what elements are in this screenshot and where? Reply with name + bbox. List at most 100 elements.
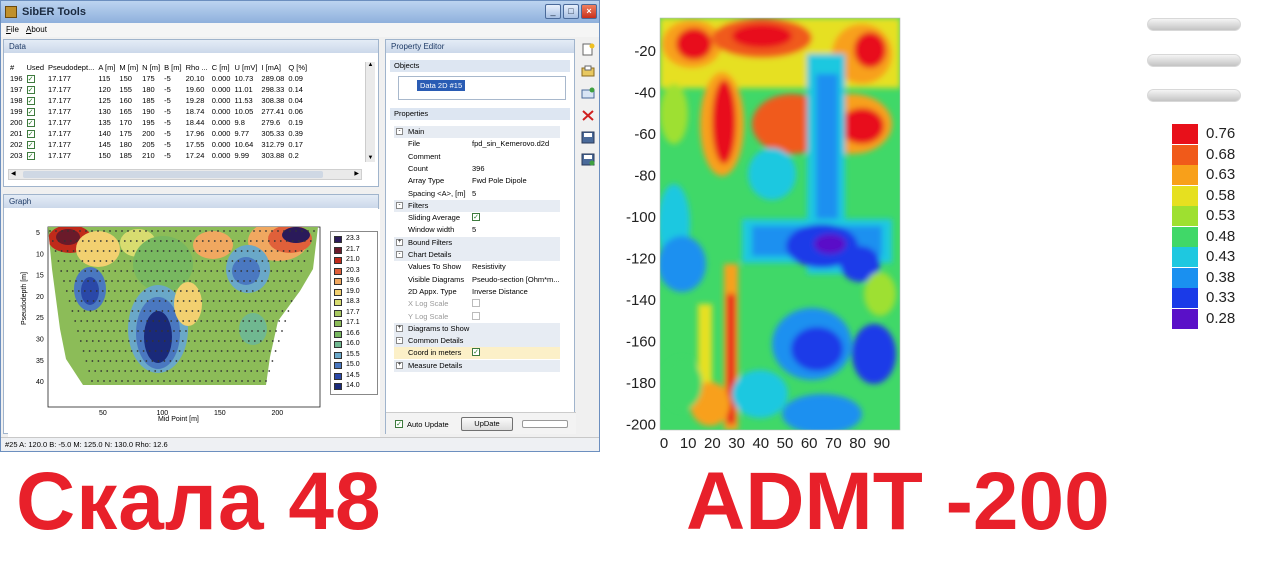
expand-toggle-icon[interactable]: -	[396, 251, 403, 258]
property-category[interactable]: + Measure Details	[394, 359, 560, 372]
property-value[interactable]: Pseudo-section [Ohm*m...	[472, 275, 560, 284]
pseudo-section-plot[interactable]: Pseudodepth [m] 5 10 15 20 25 30 35 40 50 100 150…	[8, 209, 380, 437]
auto-update-checkbox[interactable]: ✓	[395, 420, 403, 428]
title-bar[interactable]: SibER Tools _ □ ×	[1, 1, 599, 23]
column-header[interactable]: C [m]	[210, 62, 233, 73]
used-checkbox[interactable]: ✓	[26, 130, 35, 138]
measurement-point	[216, 250, 219, 252]
property-row[interactable]: X Log Scale	[394, 298, 560, 310]
property-value[interactable]: fpd_sin_Kemerovo.d2d	[472, 139, 549, 148]
used-checkbox[interactable]: ✓	[26, 141, 35, 149]
column-header[interactable]: #	[8, 62, 25, 73]
column-header[interactable]: U [mV]	[232, 62, 259, 73]
new-object-icon[interactable]	[581, 43, 595, 56]
property-row[interactable]: Visible Diagrams Pseudo-section [Ohm*m...	[394, 274, 560, 286]
measurement-point	[297, 240, 300, 242]
scroll-right-icon[interactable]: ▶	[354, 170, 359, 177]
table-row[interactable]: 203 ✓ 17.177 150 185 210 -5 17.24 0.000 9.99 303.8…	[8, 150, 309, 161]
close-button[interactable]: ×	[581, 4, 597, 19]
admt-legend-item: 0.53	[1170, 206, 1260, 226]
used-checkbox[interactable]: ✓	[26, 75, 35, 83]
property-row[interactable]: Window width 5	[394, 224, 560, 236]
property-row[interactable]: Values To Show Resistivity	[394, 261, 560, 273]
property-value[interactable]: Inverse Distance	[472, 287, 528, 296]
table-row[interactable]: 198 ✓ 17.177 125 160 185 -5 19.28 0.000 11.53 308.…	[8, 95, 309, 106]
property-row[interactable]: 2D Appx. Type Inverse Distance	[394, 286, 560, 298]
used-checkbox[interactable]: ✓	[26, 97, 35, 105]
delete-icon[interactable]	[581, 109, 595, 122]
data-horizontal-scrollbar[interactable]: ◀ ▶	[8, 169, 362, 180]
used-checkbox[interactable]: ✓	[26, 119, 35, 127]
property-row[interactable]: Coord in meters ✓	[394, 347, 560, 360]
column-header[interactable]: B [m]	[162, 62, 184, 73]
scroll-down-icon[interactable]: ▼	[367, 155, 374, 164]
menu-about[interactable]: About	[26, 25, 47, 34]
expand-toggle-icon[interactable]: +	[396, 324, 403, 332]
property-value[interactable]: 5	[472, 189, 476, 198]
property-row[interactable]: Spacing <A>, [m] 5	[394, 188, 560, 200]
property-value[interactable]: 5	[472, 225, 476, 234]
table-row[interactable]: 201 ✓ 17.177 140 175 200 -5 17.96 0.000 9.77 305.3…	[8, 128, 309, 139]
import-icon[interactable]	[581, 87, 595, 100]
table-row[interactable]: 200 ✓ 17.177 135 170 195 -5 18.44 0.000 9.8 279.6 0…	[8, 117, 309, 128]
property-checkbox[interactable]: ✓	[472, 348, 480, 357]
used-checkbox[interactable]: ✓	[26, 108, 35, 116]
menu-file[interactable]: File	[6, 25, 19, 34]
expand-toggle-icon[interactable]: -	[396, 337, 403, 345]
open-object-icon[interactable]	[581, 65, 595, 78]
property-row[interactable]: Comment	[394, 151, 560, 163]
column-header[interactable]: Pseudodept...	[46, 62, 96, 73]
property-row[interactable]: Y Log Scale	[394, 311, 560, 323]
data-vertical-scrollbar[interactable]: ▲ ▼	[365, 62, 375, 162]
expand-toggle-icon[interactable]: +	[396, 361, 403, 369]
property-category[interactable]: + Bound Filters	[394, 236, 560, 249]
horizontal-scroll-thumb[interactable]	[23, 171, 323, 178]
save-icon[interactable]	[581, 131, 595, 144]
scroll-up-icon[interactable]: ▲	[367, 62, 374, 71]
property-value[interactable]: Fwd Pole Dipole	[472, 176, 527, 185]
object-item-selected[interactable]: Data 2D #15	[417, 80, 466, 91]
property-category[interactable]: - Chart Details	[394, 249, 560, 261]
objects-list[interactable]: Data 2D #15	[398, 76, 566, 100]
save-as-icon[interactable]	[581, 153, 595, 166]
expand-toggle-icon[interactable]: +	[396, 238, 403, 246]
measurement-point	[80, 320, 83, 322]
column-header[interactable]: I [mA]	[259, 62, 286, 73]
column-header[interactable]: A [m]	[96, 62, 117, 73]
column-header[interactable]: M [m]	[117, 62, 140, 73]
expand-toggle-icon[interactable]: -	[396, 201, 403, 209]
property-row[interactable]: Sliding Average ✓	[394, 212, 560, 224]
expand-toggle-icon[interactable]: -	[396, 128, 403, 135]
used-checkbox[interactable]: ✓	[26, 152, 35, 160]
property-row[interactable]: Count 396	[394, 163, 560, 175]
minimize-button[interactable]: _	[545, 4, 561, 19]
column-header[interactable]: Used	[25, 62, 47, 73]
property-value[interactable]: 396	[472, 164, 485, 173]
table-row[interactable]: 199 ✓ 17.177 130 165 190 -5 18.74 0.000 10.05 277.…	[8, 106, 309, 117]
graph-yticks: 5 10 15 20 25 30 35 40	[36, 230, 44, 386]
property-checkbox[interactable]	[472, 311, 480, 320]
scroll-left-icon[interactable]: ◀	[11, 170, 16, 177]
property-checkbox[interactable]	[472, 299, 480, 308]
data-table[interactable]: # Used Pseudodept... A [m] M [m] N [m] B [m] Rh…	[8, 62, 309, 161]
property-category[interactable]: - Common Details	[394, 335, 560, 348]
property-row[interactable]: File fpd_sin_Kemerovo.d2d	[394, 138, 560, 150]
property-category[interactable]: - Main	[394, 126, 560, 138]
table-row[interactable]: 196 ✓ 17.177 115 150 175 -5 20.10 0.000 10.73 289.…	[8, 73, 309, 84]
property-value[interactable]: Resistivity	[472, 262, 506, 271]
property-row[interactable]: Array Type Fwd Pole Dipole	[394, 175, 560, 187]
update-button[interactable]: UpDate	[461, 417, 513, 431]
used-checkbox[interactable]: ✓	[26, 86, 35, 94]
column-header[interactable]: Q [%]	[286, 62, 309, 73]
table-row[interactable]: 197 ✓ 17.177 120 155 180 -5 19.60 0.000 11.01 298.…	[8, 84, 309, 95]
column-header[interactable]: N [m]	[140, 62, 162, 73]
table-cell: ✓	[25, 128, 47, 139]
maximize-button[interactable]: □	[563, 4, 579, 19]
table-row[interactable]: 202 ✓ 17.177 145 180 205 -5 17.55 0.000 10.64 312.…	[8, 139, 309, 150]
measurement-point	[185, 330, 187, 332]
property-category[interactable]: + Diagrams to Show	[394, 322, 560, 335]
property-category[interactable]: - Filters	[394, 199, 560, 212]
measurement-point	[157, 360, 160, 362]
column-header[interactable]: Rho ...	[184, 62, 210, 73]
property-checkbox[interactable]: ✓	[472, 213, 480, 222]
